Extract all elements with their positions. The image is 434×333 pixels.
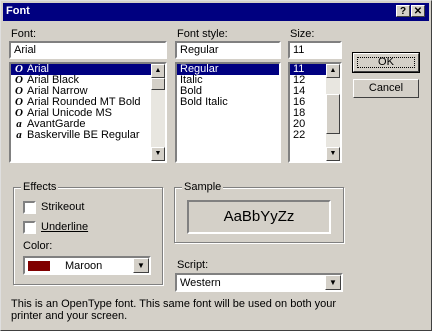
open-type-icon: O bbox=[15, 64, 23, 75]
script-label: Script: bbox=[177, 259, 209, 271]
size-list-scrollbar[interactable]: ▲ ▼ bbox=[326, 64, 340, 161]
font-dialog: Font ? ✕ Font: Arial O Arial O Arial Black O… bbox=[0, 0, 432, 331]
color-select[interactable]: Maroon ▼ bbox=[23, 256, 151, 275]
cancel-button[interactable]: Cancel bbox=[353, 79, 419, 98]
list-item-label: 16 bbox=[293, 97, 306, 108]
list-item[interactable]: O Arial Black bbox=[11, 75, 165, 86]
list-item-label: Regular bbox=[180, 64, 219, 75]
open-type-icon: O bbox=[15, 86, 23, 97]
script-select[interactable]: Western ▼ bbox=[175, 273, 343, 292]
help-button[interactable]: ? bbox=[396, 5, 410, 17]
list-item[interactable]: Italic bbox=[177, 75, 279, 86]
effects-group-label: Effects bbox=[21, 181, 59, 193]
strikeout-label[interactable]: Strikeout bbox=[41, 201, 84, 213]
underline-label[interactable]: Underline bbox=[41, 221, 88, 233]
list-item-label: 14 bbox=[293, 86, 306, 97]
list-item[interactable]: O Arial Rounded MT Bold bbox=[11, 97, 165, 108]
size-list[interactable]: 11 12 14 16 18 20 22 ▲ ▼ bbox=[288, 62, 342, 163]
dropdown-arrow-icon[interactable]: ▼ bbox=[133, 258, 149, 273]
scroll-thumb[interactable] bbox=[151, 78, 165, 90]
dropdown-arrow-icon[interactable]: ▼ bbox=[325, 275, 341, 290]
font-description-line-1: This is an OpenType font. This same font… bbox=[11, 298, 337, 310]
size-label: Size: bbox=[290, 28, 315, 40]
dialog-title: Font bbox=[6, 5, 30, 17]
font-style-input[interactable]: Regular bbox=[175, 41, 281, 59]
color-label: Color: bbox=[23, 240, 53, 252]
list-item-label: Arial Unicode MS bbox=[27, 108, 112, 119]
font-list-scrollbar[interactable]: ▲ ▼ bbox=[151, 64, 165, 161]
list-item[interactable]: Bold Italic bbox=[177, 97, 279, 108]
color-swatch bbox=[28, 261, 50, 271]
type1-font-icon: a bbox=[16, 130, 22, 141]
list-item[interactable]: a Baskerville BE Regular bbox=[11, 130, 165, 141]
font-name-list[interactable]: O Arial O Arial Black O Arial Narrow O Arial Ro… bbox=[9, 62, 167, 163]
open-type-icon: O bbox=[15, 108, 23, 119]
color-value: Maroon bbox=[65, 260, 103, 272]
focus-rectangle bbox=[357, 57, 415, 68]
list-item-label: Baskerville BE Regular bbox=[27, 130, 140, 141]
list-item-label: 18 bbox=[293, 108, 306, 119]
list-item-label: Bold Italic bbox=[180, 97, 228, 108]
sample-preview: AaBbYyZz bbox=[187, 200, 331, 234]
list-item-label: 12 bbox=[293, 75, 306, 86]
list-item-label: 22 bbox=[293, 130, 306, 141]
list-item-label: AvantGarde bbox=[27, 119, 86, 130]
scroll-thumb[interactable] bbox=[326, 94, 340, 134]
scroll-up-arrow-icon[interactable]: ▲ bbox=[326, 64, 340, 78]
title-bar[interactable]: Font ? ✕ bbox=[3, 3, 429, 21]
strikeout-label-text: Strikeout bbox=[41, 201, 85, 213]
sample-group-label: Sample bbox=[182, 181, 224, 193]
font-style-label: Font style: bbox=[177, 28, 228, 40]
open-type-icon: O bbox=[15, 75, 23, 86]
list-item-label: Arial Black bbox=[27, 75, 79, 86]
open-type-icon: O bbox=[15, 97, 23, 108]
ok-button[interactable]: OK bbox=[352, 52, 420, 73]
scroll-down-arrow-icon[interactable]: ▼ bbox=[326, 147, 340, 161]
list-item[interactable]: a AvantGarde bbox=[11, 119, 165, 130]
list-item-label: Arial Rounded MT Bold bbox=[27, 97, 141, 108]
script-value: Western bbox=[180, 277, 221, 289]
size-input[interactable]: 11 bbox=[288, 41, 342, 59]
list-item-label: Arial Narrow bbox=[27, 86, 88, 97]
list-item[interactable]: Regular bbox=[177, 64, 279, 75]
list-item[interactable]: O Arial Unicode MS bbox=[11, 108, 165, 119]
scroll-up-arrow-icon[interactable]: ▲ bbox=[151, 64, 165, 78]
list-item-label: 20 bbox=[293, 119, 306, 130]
close-button[interactable]: ✕ bbox=[411, 5, 425, 17]
underline-checkbox[interactable] bbox=[23, 221, 36, 234]
font-label: Font: bbox=[11, 28, 37, 40]
scroll-down-arrow-icon[interactable]: ▼ bbox=[151, 147, 165, 161]
font-description-line-2: printer and your screen. bbox=[11, 310, 128, 322]
list-item-label: Bold bbox=[180, 86, 203, 97]
list-item-label: Italic bbox=[180, 75, 203, 86]
list-item[interactable]: O Arial Narrow bbox=[11, 86, 165, 97]
list-item[interactable]: O Arial bbox=[11, 64, 165, 75]
font-name-input[interactable]: Arial bbox=[9, 41, 167, 59]
type1-font-icon: a bbox=[16, 119, 22, 130]
list-item-label: Arial bbox=[27, 64, 50, 75]
list-item[interactable]: Bold bbox=[177, 86, 279, 97]
list-item-label: 11 bbox=[293, 64, 305, 75]
strikeout-checkbox[interactable] bbox=[23, 201, 36, 214]
font-style-list[interactable]: Regular Italic Bold Bold Italic bbox=[175, 62, 281, 163]
